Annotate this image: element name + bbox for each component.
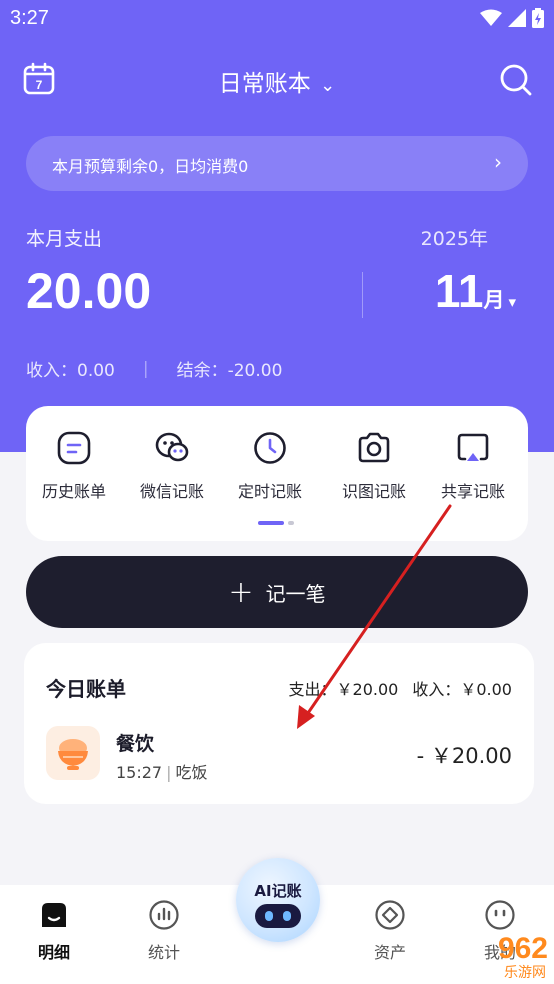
asset-icon [375,900,405,930]
watermark-subtext: 乐游网 [504,965,546,981]
ai-bookkeeping-button[interactable]: AI记账 [236,858,320,942]
annotation-arrow [297,504,452,729]
tab-label: 资产 [373,943,406,962]
tab-detail[interactable]: 明细 [14,899,94,963]
profile-icon [485,900,515,930]
tab-label: 统计 [147,943,180,962]
tab-label: 明细 [37,943,70,962]
ai-button-label: AI记账 [254,882,302,900]
detail-icon [42,903,66,927]
robot-face-icon [255,904,301,928]
tab-assets[interactable]: 资产 [350,899,430,963]
watermark-logo: 962 [497,932,548,965]
tab-statistics[interactable]: 统计 [124,899,204,963]
chart-icon [149,900,179,930]
